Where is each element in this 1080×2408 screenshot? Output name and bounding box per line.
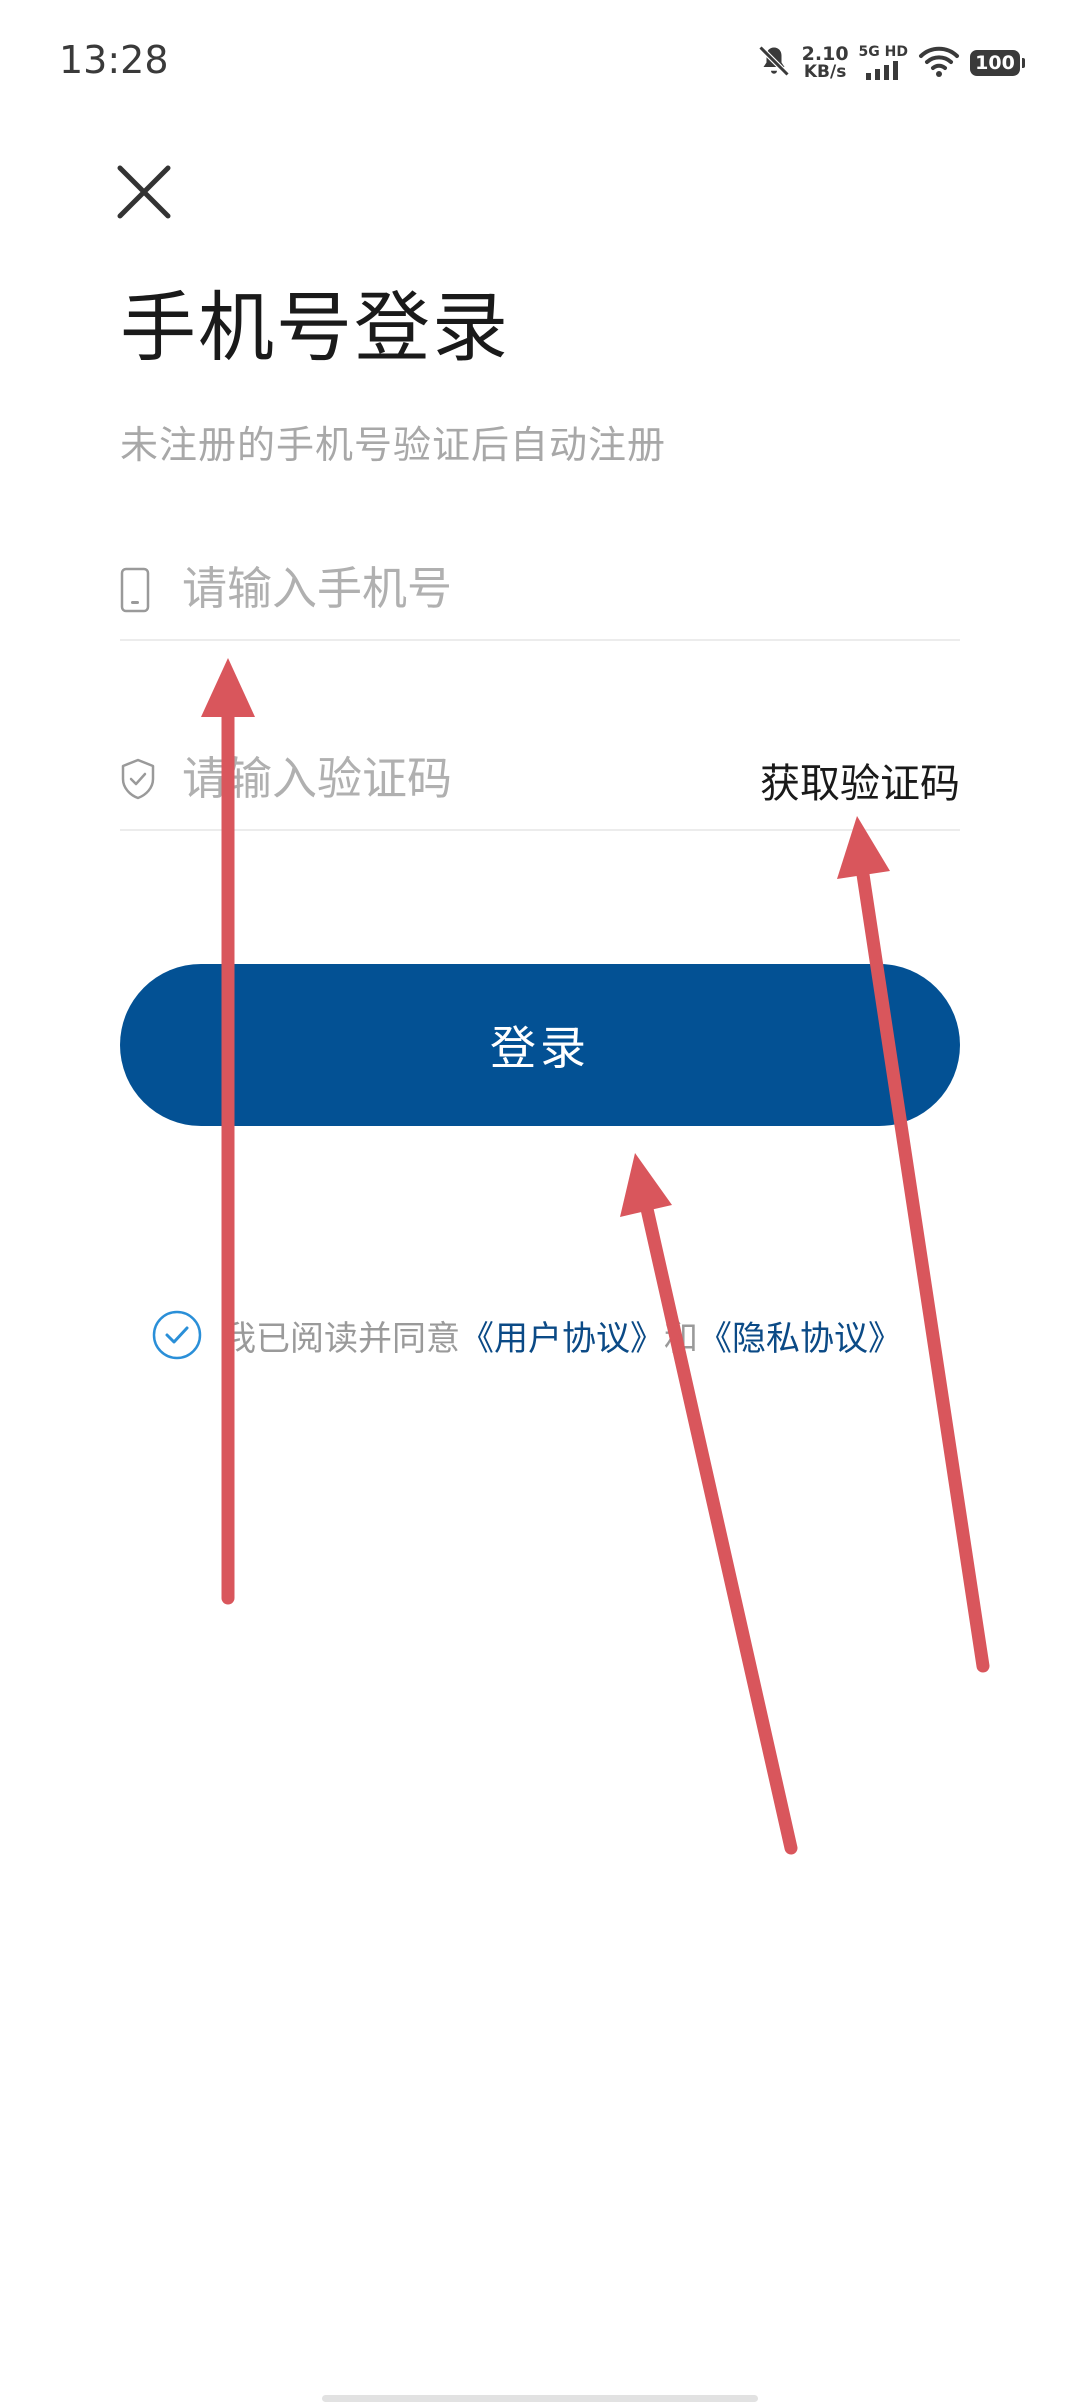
close-icon	[117, 165, 171, 219]
code-input[interactable]	[182, 743, 742, 813]
login-button[interactable]: 登录	[120, 964, 960, 1126]
agreement-joiner: 和	[664, 1318, 698, 1359]
signal-label: 5G HD	[858, 44, 908, 60]
signal-icon	[866, 61, 899, 80]
phone-field	[120, 543, 960, 641]
home-indicator[interactable]	[322, 2395, 758, 2402]
user-agreement-link[interactable]: 《用户协议》	[460, 1319, 664, 1359]
close-button[interactable]	[116, 164, 172, 220]
page-subtitle: 未注册的手机号验证后自动注册	[120, 423, 667, 467]
shield-check-icon	[120, 757, 156, 803]
annotation-arrow	[837, 816, 990, 1673]
code-field: 获取验证码	[120, 733, 960, 831]
agreement-row: 我已阅读并同意《用户协议》和《隐私协议》	[152, 1307, 902, 1363]
status-time: 13:28	[59, 38, 169, 82]
signal-indicator: 5G HD	[859, 45, 908, 81]
agreement-checkbox[interactable]	[152, 1310, 202, 1360]
agreement-prefix: 我已阅读并同意	[222, 1318, 460, 1359]
phone-input[interactable]	[182, 553, 742, 623]
check-circle-icon	[152, 1310, 202, 1360]
bell-off-icon	[756, 43, 792, 83]
battery-icon: 100	[970, 50, 1025, 76]
status-bar: 13:28 2.10 KB/s 5G HD 100	[0, 0, 1080, 120]
agreement-text: 我已阅读并同意《用户协议》和《隐私协议》	[222, 1311, 902, 1360]
get-code-button[interactable]: 获取验证码	[760, 751, 960, 809]
wifi-icon	[918, 44, 960, 82]
login-screen: 13:28 2.10 KB/s 5G HD 100 手机号登录 未注册的手机号验…	[0, 0, 1080, 2408]
status-icons: 2.10 KB/s 5G HD 100	[756, 40, 1025, 86]
privacy-agreement-link[interactable]: 《隐私协议》	[698, 1319, 902, 1359]
annotation-arrow	[620, 1153, 798, 1855]
net-speed: 2.10 KB/s	[801, 43, 849, 82]
phone-icon	[120, 567, 156, 613]
page-title: 手机号登录	[120, 283, 510, 372]
